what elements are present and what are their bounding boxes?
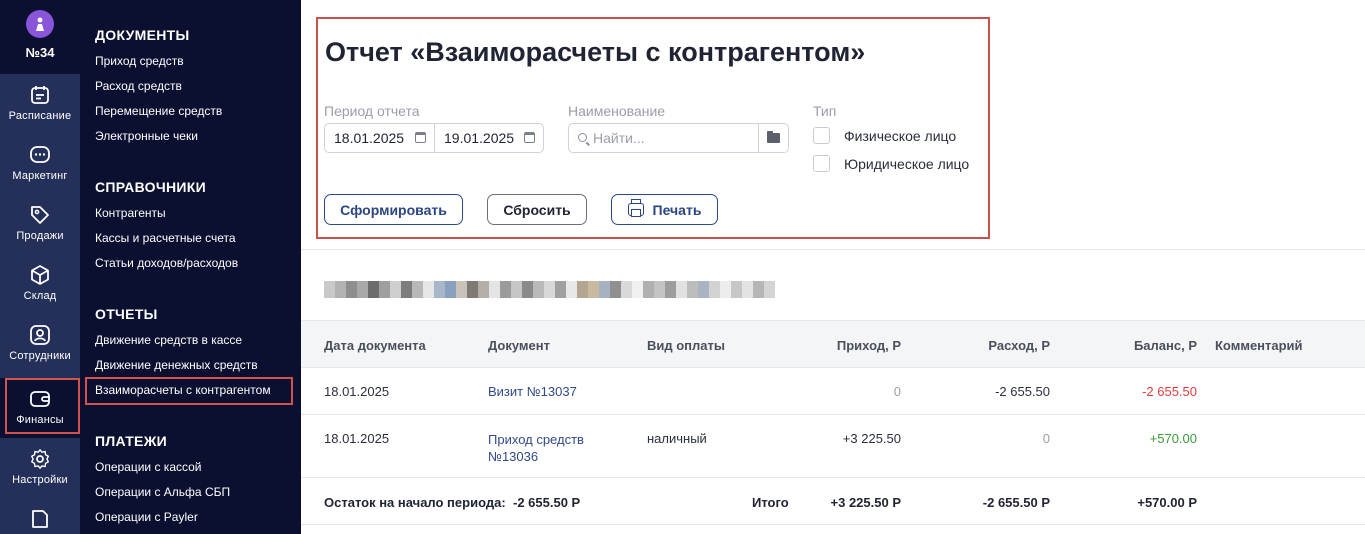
page-title: Отчет «Взаиморасчеты с контрагентом» xyxy=(325,37,866,67)
print-button[interactable]: Печать xyxy=(611,194,718,225)
submenu-heading-documents: ДОКУМЕНТЫ xyxy=(95,27,190,43)
box-icon xyxy=(31,265,49,285)
row-document-link[interactable]: Приход средств №13036 xyxy=(488,431,613,465)
search-icon xyxy=(578,133,587,142)
start-balance-value: -2 655.50 Р xyxy=(513,495,581,510)
col-payment-type[interactable]: Вид оплаты xyxy=(647,338,725,353)
rail-item-documents[interactable] xyxy=(0,498,80,534)
finance-submenu: ДОКУМЕНТЫ Приход средств Расход средств … xyxy=(80,0,301,534)
table-row[interactable]: 18.01.2025 Визит №13037 0 -2 655.50 -2 6… xyxy=(301,368,1365,415)
submenu-item-income[interactable]: Приход средств xyxy=(95,54,184,68)
rail-item-marketing[interactable]: Маркетинг xyxy=(0,134,80,194)
type-label: Тип xyxy=(813,103,837,119)
divider xyxy=(301,249,1365,250)
col-date[interactable]: Дата документа xyxy=(324,338,426,353)
submenu-item-payler[interactable]: Операции с Payler xyxy=(95,510,198,524)
submenu-item-money-movement[interactable]: Движение денежных средств xyxy=(95,358,258,372)
individual-checkbox[interactable] xyxy=(813,127,830,144)
row-payment-type: наличный xyxy=(647,431,707,446)
main-content: Отчет «Взаиморасчеты с контрагентом» Пер… xyxy=(301,0,1365,534)
type-option-legal[interactable]: Юридическое лицо xyxy=(813,155,969,172)
person-icon xyxy=(36,17,44,31)
legal-checkbox[interactable] xyxy=(813,155,830,172)
col-expense[interactable]: Расход, Р xyxy=(988,338,1050,353)
total-expense: -2 655.50 Р xyxy=(982,495,1050,510)
type-option-individual[interactable]: Физическое лицо xyxy=(813,127,956,144)
table-header: Дата документа Документ Вид оплаты Прихо… xyxy=(301,320,1365,368)
user-icon xyxy=(30,325,50,345)
gear-icon xyxy=(31,449,50,469)
total-label: Итого xyxy=(752,495,789,510)
row-income: +3 225.50 xyxy=(842,431,901,446)
generate-button[interactable]: Сформировать xyxy=(324,194,463,225)
name-label: Наименование xyxy=(568,103,666,119)
col-income[interactable]: Приход, Р xyxy=(837,338,901,353)
submenu-item-expense[interactable]: Расход средств xyxy=(95,79,182,93)
branch-number: №34 xyxy=(25,45,55,60)
date-to-field[interactable]: 19.01.2025 xyxy=(434,124,543,152)
row-document-link[interactable]: Визит №13037 xyxy=(488,384,577,399)
rail-item-warehouse[interactable]: Склад xyxy=(0,254,80,314)
submenu-item-income-expense-items[interactable]: Статьи доходов/расходов xyxy=(95,256,238,270)
rail-item-schedule[interactable]: Расписание xyxy=(0,74,80,134)
rail-item-employees[interactable]: Сотрудники xyxy=(0,314,80,374)
date-to-value: 19.01.2025 xyxy=(444,130,515,146)
total-income: +3 225.50 Р xyxy=(830,495,901,510)
period-range: 18.01.2025 19.01.2025 xyxy=(324,123,544,153)
folder-button[interactable] xyxy=(758,124,788,152)
icon-rail: №34 Расписание Маркетинг Продажи Склад С… xyxy=(0,0,80,534)
table-row[interactable]: 18.01.2025 Приход средств №13036 наличны… xyxy=(301,415,1365,478)
date-from-field[interactable]: 18.01.2025 xyxy=(325,124,434,152)
total-balance: +570.00 Р xyxy=(1137,495,1197,510)
settlements-highlight-frame xyxy=(85,377,293,405)
rail-item-sales[interactable]: Продажи xyxy=(0,194,80,254)
row-date: 18.01.2025 xyxy=(324,431,390,446)
tag-icon xyxy=(31,206,49,224)
col-comment[interactable]: Комментарий xyxy=(1215,338,1303,353)
calendar-icon[interactable] xyxy=(415,132,426,143)
period-label: Период отчета xyxy=(324,103,420,119)
calendar-icon xyxy=(31,86,49,104)
submenu-item-transfer[interactable]: Перемещение средств xyxy=(95,104,222,118)
submenu-item-alfa-sbp[interactable]: Операции с Альфа СБП xyxy=(95,485,230,499)
calendar-icon[interactable] xyxy=(524,132,535,143)
start-balance-label: Остаток на начало периода: xyxy=(324,495,506,510)
reset-button[interactable]: Сбросить xyxy=(487,194,587,225)
folder-icon xyxy=(767,131,780,143)
rail-item-settings[interactable]: Настройки xyxy=(0,438,80,498)
finance-highlight-frame xyxy=(5,378,80,434)
blurred-counterparty-name xyxy=(324,281,775,298)
document-icon xyxy=(32,510,48,528)
submenu-item-cash-movement[interactable]: Движение средств в кассе xyxy=(95,333,242,347)
col-document[interactable]: Документ xyxy=(488,338,550,353)
printer-icon xyxy=(627,199,644,217)
table-footer: Остаток на начало периода: -2 655.50 Р И… xyxy=(301,478,1365,525)
row-date: 18.01.2025 xyxy=(324,384,390,399)
col-balance[interactable]: Баланс, Р xyxy=(1134,338,1197,353)
row-income: 0 xyxy=(893,384,901,399)
submenu-heading-references: СПРАВОЧНИКИ xyxy=(95,179,206,195)
submenu-item-cash-accounts[interactable]: Кассы и расчетные счета xyxy=(95,231,236,245)
search-input[interactable] xyxy=(569,124,758,152)
legal-label: Юридическое лицо xyxy=(844,155,970,172)
chat-icon xyxy=(30,146,50,163)
submenu-item-counterparties[interactable]: Контрагенты xyxy=(95,206,166,220)
date-from-value: 18.01.2025 xyxy=(334,130,405,146)
row-balance: +570.00 xyxy=(1149,431,1197,446)
submenu-heading-reports: ОТЧЕТЫ xyxy=(95,306,158,322)
avatar[interactable] xyxy=(26,10,54,38)
row-expense: 0 xyxy=(1042,431,1050,446)
submenu-item-cash-operations[interactable]: Операции с кассой xyxy=(95,460,202,474)
rail-header: №34 xyxy=(0,0,80,74)
row-balance: -2 655.50 xyxy=(1142,384,1197,399)
individual-label: Физическое лицо xyxy=(844,127,957,144)
rail-nav: Расписание Маркетинг Продажи Склад Сотру… xyxy=(0,74,80,534)
name-search xyxy=(568,123,789,153)
submenu-heading-payments: ПЛАТЕЖИ xyxy=(95,433,168,449)
submenu-item-e-receipts[interactable]: Электронные чеки xyxy=(95,129,198,143)
row-expense: -2 655.50 xyxy=(995,384,1050,399)
